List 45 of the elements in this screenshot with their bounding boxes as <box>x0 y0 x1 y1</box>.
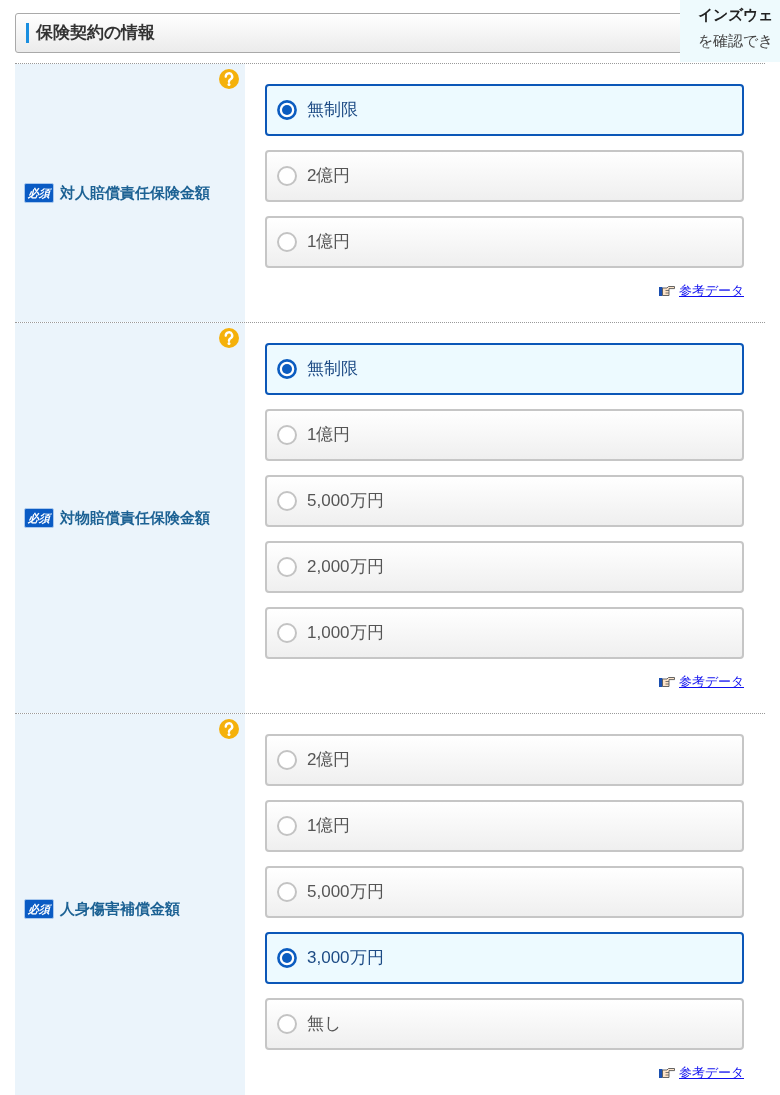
radio-option[interactable]: 無制限 <box>265 343 744 395</box>
field-label: 人身傷害補償金額 <box>60 898 180 919</box>
reference-link[interactable]: 参考データ <box>679 674 744 690</box>
radio-icon[interactable] <box>277 816 297 836</box>
pointing-hand-icon <box>659 1067 675 1079</box>
radio-icon[interactable] <box>277 948 297 968</box>
radio-icon[interactable] <box>277 425 297 445</box>
accent-bar <box>26 23 29 43</box>
radio-option[interactable]: 2,000万円 <box>265 541 744 593</box>
radio-icon[interactable] <box>277 882 297 902</box>
required-badge: 必須 <box>24 508 54 528</box>
radio-icon[interactable] <box>277 1014 297 1034</box>
tooltip-text: を確認でき <box>698 31 774 51</box>
radio-icon[interactable] <box>277 623 297 643</box>
required-badge: 必須 <box>24 899 54 919</box>
radio-option[interactable]: 1億円 <box>265 800 744 852</box>
radio-option[interactable]: 1億円 <box>265 409 744 461</box>
pointing-hand-icon <box>659 285 675 297</box>
radio-option[interactable]: 2億円 <box>265 150 744 202</box>
reference-link[interactable]: 参考データ <box>679 283 744 299</box>
help-icon[interactable] <box>219 328 239 348</box>
field-label: 対物賠償責任保険金額 <box>60 507 210 528</box>
radio-option[interactable]: 無制限 <box>265 84 744 136</box>
radio-option[interactable]: 1,000万円 <box>265 607 744 659</box>
tooltip-title: インズウェ <box>698 5 774 25</box>
radio-option[interactable]: 3,000万円 <box>265 932 744 984</box>
radio-icon[interactable] <box>277 359 297 379</box>
radio-icon[interactable] <box>277 100 297 120</box>
pointing-hand-icon <box>659 676 675 688</box>
radio-icon[interactable] <box>277 166 297 186</box>
radio-icon[interactable] <box>277 750 297 770</box>
radio-option[interactable]: 2億円 <box>265 734 744 786</box>
required-badge: 必須 <box>24 183 54 203</box>
radio-option[interactable]: 5,000万円 <box>265 866 744 918</box>
radio-icon[interactable] <box>277 491 297 511</box>
radio-option[interactable]: 5,000万円 <box>265 475 744 527</box>
reference-link[interactable]: 参考データ <box>679 1065 744 1081</box>
help-icon[interactable] <box>219 719 239 739</box>
help-icon[interactable] <box>219 69 239 89</box>
section-title: 保険契約の情報 <box>36 22 155 45</box>
radio-option[interactable]: 1億円 <box>265 216 744 268</box>
radio-option[interactable]: 無し <box>265 998 744 1050</box>
field-label: 対人賠償責任保険金額 <box>60 182 210 203</box>
radio-icon[interactable] <box>277 232 297 252</box>
radio-icon[interactable] <box>277 557 297 577</box>
